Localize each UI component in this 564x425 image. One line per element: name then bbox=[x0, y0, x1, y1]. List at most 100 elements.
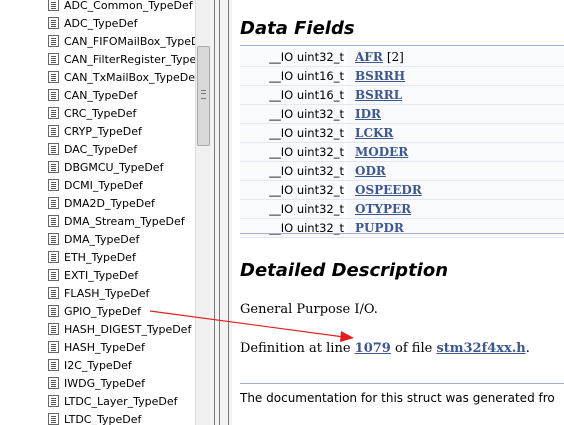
file-link[interactable]: stm32f4xx.h bbox=[436, 341, 525, 356]
nav-item-label: DMA_Stream_TypeDef bbox=[64, 214, 185, 228]
field-type: __IO uint16_t bbox=[240, 67, 344, 85]
document-icon bbox=[48, 179, 59, 191]
field-link[interactable]: IDR bbox=[355, 107, 381, 121]
nav-item-label: IWDG_TypeDef bbox=[64, 376, 145, 390]
field-type: __IO uint32_t bbox=[240, 219, 344, 237]
field-name-cell: MODER bbox=[344, 143, 564, 161]
field-name-cell: IDR bbox=[344, 105, 564, 123]
nav-item-label: CAN_TxMailBox_TypeDef bbox=[64, 70, 195, 84]
field-row: __IO uint32_t OTYPER bbox=[240, 200, 564, 219]
nav-item[interactable]: CAN_TypeDef bbox=[48, 86, 137, 104]
document-icon bbox=[48, 125, 59, 137]
document-icon bbox=[48, 395, 59, 407]
field-link[interactable]: OTYPER bbox=[355, 202, 411, 216]
document-icon bbox=[48, 161, 59, 173]
nav-item-label: CRYP_TypeDef bbox=[64, 124, 142, 138]
nav-item-label: DCMI_TypeDef bbox=[64, 178, 143, 192]
nav-item[interactable]: EXTI_TypeDef bbox=[48, 266, 138, 284]
field-type: __IO uint32_t bbox=[240, 200, 344, 218]
document-icon bbox=[48, 251, 59, 263]
nav-item[interactable]: DAC_TypeDef bbox=[48, 140, 137, 158]
field-type: __IO uint16_t bbox=[240, 86, 344, 104]
nav-item[interactable]: ADC_Common_TypeDef bbox=[48, 0, 193, 14]
nav-item[interactable]: CRYP_TypeDef bbox=[48, 122, 142, 140]
field-link[interactable]: BSRRL bbox=[355, 88, 402, 102]
nav-item-label: ETH_TypeDef bbox=[64, 250, 136, 264]
field-row: __IO uint16_t BSRRL bbox=[240, 86, 564, 105]
field-link[interactable]: BSRRH bbox=[355, 69, 405, 83]
nav-item[interactable]: CAN_TxMailBox_TypeDef bbox=[48, 68, 195, 86]
field-link[interactable]: ODR bbox=[355, 164, 386, 178]
field-link[interactable]: AFR bbox=[355, 50, 383, 64]
nav-item[interactable]: GPIO_TypeDef bbox=[48, 302, 141, 320]
nav-item-label: HASH_DIGEST_TypeDef bbox=[64, 322, 192, 336]
nav-item-label: EXTI_TypeDef bbox=[64, 268, 139, 282]
definition-line: Definition at line 1079 of file stm32f4x… bbox=[240, 341, 530, 356]
data-fields-table: __IO uint32_t AFR [2] __IO uint16_t BSRRH __I… bbox=[240, 48, 564, 238]
field-link[interactable]: OSPEEDR bbox=[355, 183, 422, 197]
scrollbar-thumb[interactable] bbox=[197, 46, 210, 146]
struct-nav-tree: ADC_Common_TypeDef ADC_TypeDef CAN_FIFOMai… bbox=[0, 0, 195, 425]
nav-item-label: CAN_FIFOMailBox_TypeDef bbox=[64, 34, 195, 48]
field-link[interactable]: LCKR bbox=[355, 126, 393, 140]
field-type: __IO uint32_t bbox=[240, 48, 344, 66]
nav-item[interactable]: CRC_TypeDef bbox=[48, 104, 136, 122]
nav-item[interactable]: DMA_TypeDef bbox=[48, 230, 139, 248]
definition-middle: of file bbox=[395, 341, 433, 356]
splitter-line bbox=[219, 0, 220, 425]
doc-content: Data Fields __IO uint32_t AFR [2] __IO uint… bbox=[232, 0, 564, 425]
field-name-cell: BSRRH bbox=[344, 67, 564, 85]
nav-item[interactable]: CAN_FilterRegister_TypeDef bbox=[48, 50, 195, 68]
fields-top-rule bbox=[240, 45, 564, 46]
definition-suffix: . bbox=[525, 341, 530, 356]
document-icon bbox=[48, 413, 59, 425]
field-link[interactable]: MODER bbox=[355, 145, 408, 159]
nav-item[interactable]: DMA_Stream_TypeDef bbox=[48, 212, 185, 230]
nav-item[interactable]: HASH_TypeDef bbox=[48, 338, 145, 356]
field-row: __IO uint16_t BSRRH bbox=[240, 67, 564, 86]
nav-item[interactable]: IWDG_TypeDef bbox=[48, 374, 145, 392]
document-icon bbox=[48, 143, 59, 155]
footer-rule bbox=[240, 383, 564, 384]
field-name-cell: OTYPER bbox=[344, 200, 564, 218]
field-row: __IO uint32_t AFR [2] bbox=[240, 48, 564, 67]
field-name-cell: AFR [2] bbox=[344, 48, 564, 66]
description-text: General Purpose I/O. bbox=[240, 302, 378, 317]
document-icon bbox=[48, 215, 59, 227]
splitter-line bbox=[214, 0, 215, 425]
nav-item-label: DMA_TypeDef bbox=[64, 232, 140, 246]
footer-text: The documentation for this struct was ge… bbox=[240, 391, 555, 405]
field-type: __IO uint32_t bbox=[240, 124, 344, 142]
nav-item[interactable]: I2C_TypeDef bbox=[48, 356, 132, 374]
nav-item[interactable]: ADC_TypeDef bbox=[48, 14, 138, 32]
nav-item[interactable]: CAN_FIFOMailBox_TypeDef bbox=[48, 32, 195, 50]
nav-item[interactable]: FLASH_TypeDef bbox=[48, 284, 149, 302]
nav-item-label: CRC_TypeDef bbox=[64, 106, 137, 120]
field-row: __IO uint32_t IDR bbox=[240, 105, 564, 124]
document-icon bbox=[48, 323, 59, 335]
nav-item-label: LTDC_Layer_TypeDef bbox=[64, 394, 178, 408]
nav-item[interactable]: ETH_TypeDef bbox=[48, 248, 136, 266]
field-name-cell: OSPEEDR bbox=[344, 181, 564, 199]
fields-bottom-rule bbox=[240, 233, 564, 234]
line-number-link[interactable]: 1079 bbox=[355, 341, 391, 356]
nav-item-label: DAC_TypeDef bbox=[64, 142, 138, 156]
nav-item[interactable]: HASH_DIGEST_TypeDef bbox=[48, 320, 191, 338]
document-icon bbox=[48, 359, 59, 371]
document-icon bbox=[48, 287, 59, 299]
nav-item[interactable]: DMA2D_TypeDef bbox=[48, 194, 155, 212]
nav-item[interactable]: LTDC_TypeDef bbox=[48, 410, 141, 425]
nav-scrollbar[interactable] bbox=[195, 0, 211, 425]
nav-item-label: HASH_TypeDef bbox=[64, 340, 145, 354]
nav-item-label: CAN_TypeDef bbox=[64, 88, 138, 102]
pane-splitter[interactable] bbox=[211, 0, 232, 425]
nav-item[interactable]: LTDC_Layer_TypeDef bbox=[48, 392, 178, 410]
nav-item[interactable]: DCMI_TypeDef bbox=[48, 176, 143, 194]
field-row: __IO uint32_t MODER bbox=[240, 143, 564, 162]
document-icon bbox=[48, 305, 59, 317]
field-type: __IO uint32_t bbox=[240, 162, 344, 180]
field-array-size: [2] bbox=[386, 50, 404, 64]
field-row: __IO uint32_t LCKR bbox=[240, 124, 564, 143]
nav-item[interactable]: DBGMCU_TypeDef bbox=[48, 158, 163, 176]
document-icon bbox=[48, 89, 59, 101]
